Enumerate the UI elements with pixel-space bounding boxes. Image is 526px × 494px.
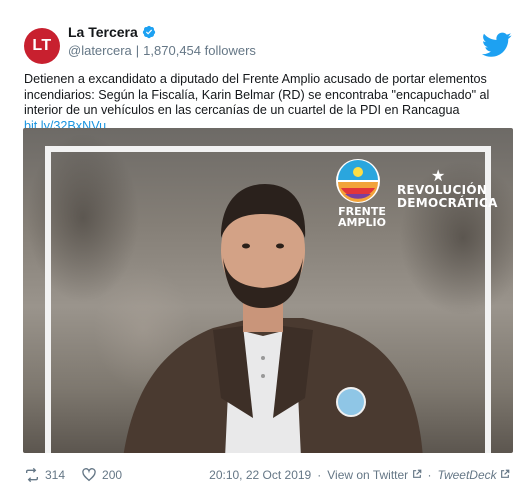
tweet-media-photo[interactable]: FRENTE AMPLIO ★ REVOLUCIÓN DEMOCRÁTICA [23,128,513,453]
twitter-bird-icon[interactable] [482,32,512,58]
footer-meta: 20:10, 22 Oct 2019 · View on Twitter · T… [209,468,510,482]
retweet-icon [26,467,38,483]
frente-amplio-logo-icon [336,159,380,203]
fa-line2: AMPLIO [338,216,386,229]
retweet-action[interactable]: 314 [24,467,65,483]
timestamp[interactable]: 20:10, 22 Oct 2019 [209,468,311,482]
revolucion-democratica-wordmark: REVOLUCIÓN DEMOCRÁTICA [397,184,498,210]
author-name-row: La Tercera [68,24,156,40]
tweet-body: Detienen a excandidato a diputado del Fr… [24,72,490,118]
external-link-icon [501,469,510,478]
source-label: TweetDeck [437,468,497,482]
heart-icon [82,468,96,482]
display-name[interactable]: La Tercera [68,24,138,40]
handle[interactable]: @latercera [68,43,132,58]
frente-amplio-wordmark: FRENTE AMPLIO [327,206,397,228]
handle-separator: | [135,43,140,58]
tweet-footer: 314 200 20:10, 22 Oct 2019 · View on Twi… [24,467,510,483]
source-link[interactable]: TweetDeck [438,468,510,482]
verified-badge-icon [142,25,155,39]
meta-separator-2: · [427,468,432,482]
follower-count: 1,870,454 followers [143,43,256,58]
external-link-icon [412,469,421,478]
handle-row: @latercera | 1,870,454 followers [68,43,256,58]
tweet-card: LT La Tercera @latercera | 1,870,454 fol… [0,0,526,494]
tweet-text: Detienen a excandidato a diputado del Fr… [24,72,508,134]
avatar-initials: LT [32,37,52,54]
view-on-twitter-link[interactable]: View on Twitter [327,468,421,482]
rd-line2: DEMOCRÁTICA [397,196,498,210]
like-count: 200 [102,468,123,482]
avatar[interactable]: LT [24,28,60,64]
meta-separator: · [317,468,322,482]
retweet-count: 314 [45,468,66,482]
like-action[interactable]: 200 [81,467,122,483]
view-on-twitter-label: View on Twitter [327,468,409,482]
